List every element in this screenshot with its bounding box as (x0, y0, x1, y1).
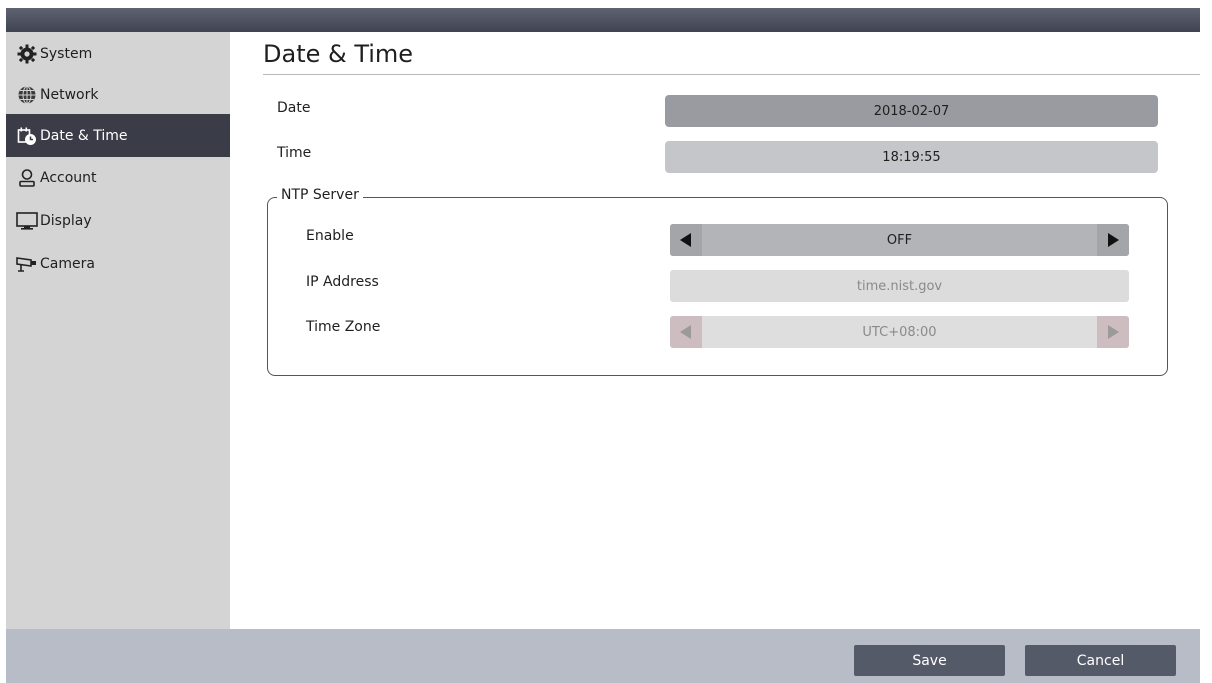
globe-icon (16, 84, 38, 106)
enable-value: OFF (886, 232, 913, 248)
calendar-clock-icon (16, 125, 38, 147)
sidebar-item-date-time[interactable]: Date & Time (6, 114, 230, 157)
sidebar-item-label: Camera (40, 255, 95, 272)
time-field[interactable]: 18:19:55 (665, 141, 1158, 173)
sidebar-item-network[interactable]: Network (6, 73, 230, 116)
settings-window: System Network Date & Time Account Displ… (0, 0, 1212, 683)
footer-bar: Save Cancel (6, 629, 1200, 683)
page-title: Date & Time (263, 40, 414, 68)
title-bar (6, 8, 1200, 33)
sidebar-item-account[interactable]: Account (6, 156, 230, 199)
enable-selector[interactable]: OFF (670, 224, 1129, 256)
ntp-server-group: NTP Server Enable OFF IP Address time.ni… (267, 187, 1168, 376)
sidebar-item-label: Display (40, 212, 92, 229)
previous-arrow-icon[interactable] (670, 316, 702, 348)
main-panel: Date & Time Date 2018-02-07 Time 18:19:5… (230, 32, 1200, 629)
gear-icon (16, 43, 38, 65)
sidebar-item-label: Network (40, 86, 99, 103)
time-zone-selector[interactable]: UTC+08:00 (670, 316, 1129, 348)
time-label: Time (277, 145, 312, 161)
sidebar-item-label: Account (40, 169, 97, 186)
sidebar-item-system[interactable]: System (6, 32, 230, 75)
monitor-icon (16, 210, 38, 232)
sidebar-item-label: System (40, 45, 93, 62)
previous-arrow-icon[interactable] (670, 224, 702, 256)
sidebar-item-camera[interactable]: Camera (6, 242, 230, 285)
next-arrow-icon[interactable] (1097, 224, 1129, 256)
enable-label: Enable (306, 228, 354, 244)
ip-address-field[interactable]: time.nist.gov (670, 270, 1129, 302)
sidebar-item-display[interactable]: Display (6, 199, 230, 242)
user-icon (16, 167, 38, 189)
time-zone-label: Time Zone (306, 319, 381, 335)
camera-icon (16, 253, 38, 275)
save-button[interactable]: Save (854, 645, 1005, 676)
sidebar-item-label: Date & Time (40, 127, 128, 144)
sidebar: System Network Date & Time Account Displ… (6, 32, 230, 629)
cancel-button[interactable]: Cancel (1025, 645, 1176, 676)
next-arrow-icon[interactable] (1097, 316, 1129, 348)
title-divider (263, 74, 1200, 75)
ntp-server-legend: NTP Server (277, 187, 363, 203)
time-zone-value: UTC+08:00 (862, 324, 937, 340)
ip-address-label: IP Address (306, 274, 379, 290)
date-field[interactable]: 2018-02-07 (665, 95, 1158, 127)
date-label: Date (277, 100, 311, 116)
